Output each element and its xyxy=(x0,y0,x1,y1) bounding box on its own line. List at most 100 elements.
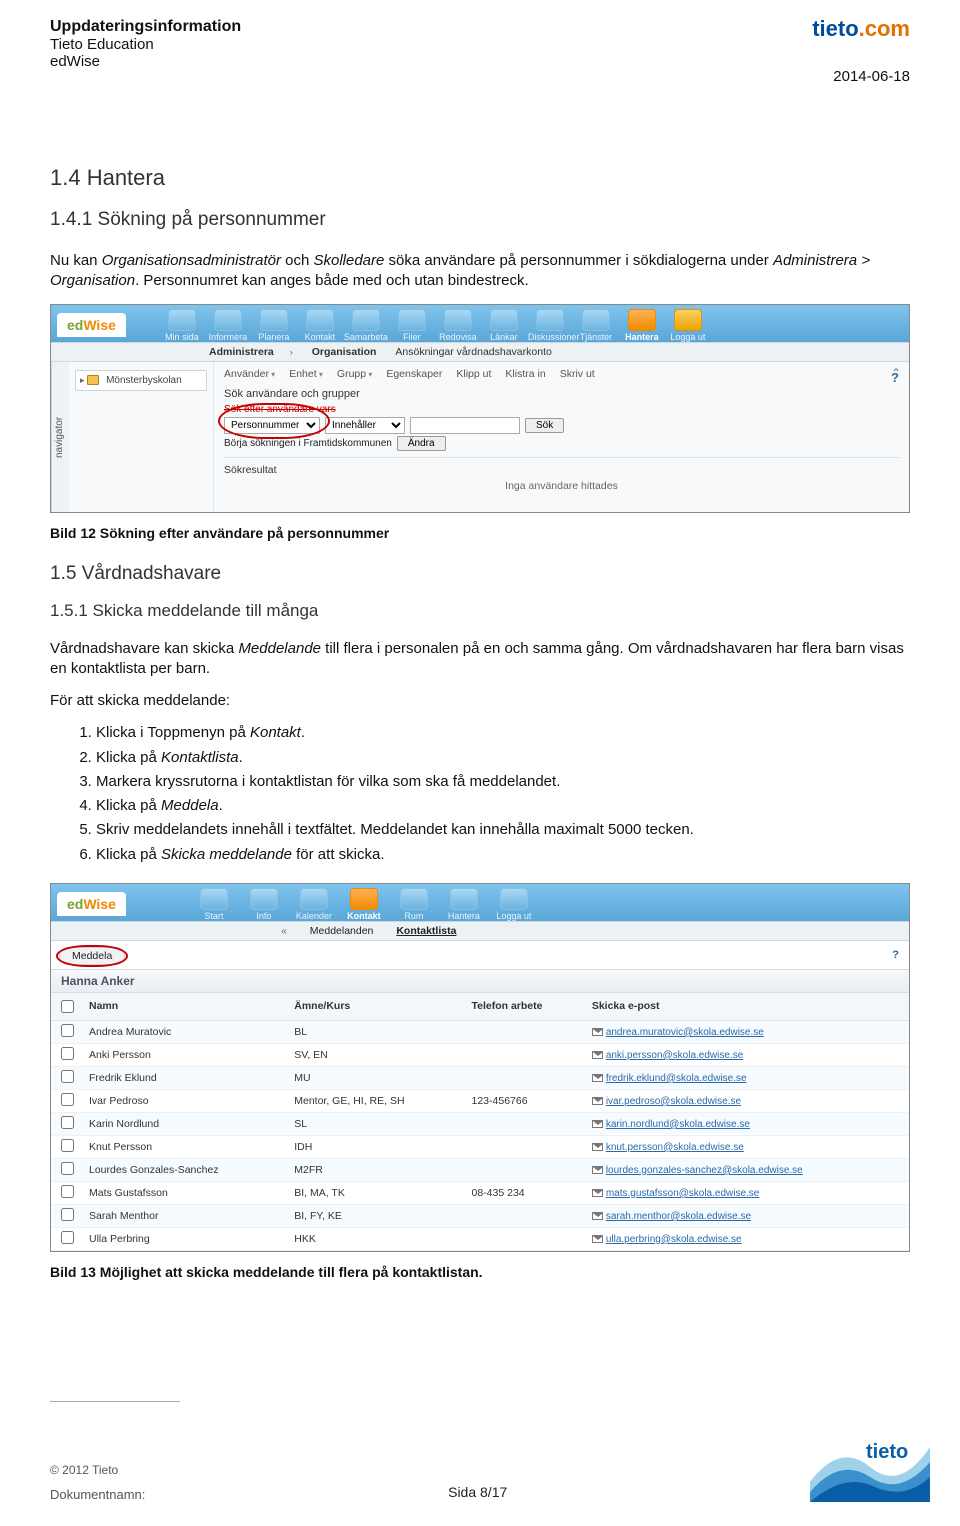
cell-tel xyxy=(466,1135,586,1158)
help-icon[interactable]: ? xyxy=(891,370,899,385)
row-checkbox[interactable] xyxy=(61,1231,74,1244)
subnav-organisation[interactable]: Organisation xyxy=(304,346,385,358)
row-checkbox[interactable] xyxy=(61,1139,74,1152)
row-checkbox[interactable] xyxy=(61,1070,74,1083)
caption-bild-12: Bild 12 Sökning efter användare på perso… xyxy=(50,525,910,541)
step-item: Klicka i Toppmenyn på Kontakt. xyxy=(96,723,910,743)
topnav-item[interactable]: Diskussioner xyxy=(528,309,572,342)
toolbar-item[interactable]: Använder xyxy=(224,368,275,380)
subnav-administrera[interactable]: Administrera xyxy=(201,346,282,358)
toolbar-item[interactable]: Klipp ut xyxy=(456,368,491,380)
dropdown-field[interactable]: Personnummer xyxy=(224,417,320,434)
email-link[interactable]: ulla.perbring@skola.edwise.se xyxy=(606,1234,742,1245)
top-nav-2: StartInfoKalenderKontaktRumHanteraLogga … xyxy=(190,888,538,921)
email-link[interactable]: mats.gustafsson@skola.edwise.se xyxy=(606,1188,760,1199)
child-name: Hanna Anker xyxy=(61,974,135,988)
row-checkbox[interactable] xyxy=(61,1208,74,1221)
email-link[interactable]: anki.persson@skola.edwise.se xyxy=(606,1050,743,1061)
row-checkbox[interactable] xyxy=(61,1047,74,1060)
topnav-item[interactable]: Info xyxy=(240,888,288,921)
email-link[interactable]: lourdes.gonzales-sanchez@skola.edwise.se xyxy=(606,1165,803,1176)
topnav-item[interactable]: Hantera xyxy=(440,888,488,921)
toolbar-item[interactable]: Klistra in xyxy=(505,368,545,380)
nav-icon xyxy=(306,309,334,331)
change-button[interactable]: Ändra xyxy=(397,436,446,451)
topnav-item[interactable]: Start xyxy=(190,888,238,921)
table-row: Ivar PedrosoMentor, GE, HI, RE, SH123-45… xyxy=(51,1089,909,1112)
table-row: Ulla PerbringHKKulla.perbring@skola.edwi… xyxy=(51,1227,909,1250)
help-icon[interactable]: ? xyxy=(892,949,899,961)
email-link[interactable]: sarah.menthor@skola.edwise.se xyxy=(606,1211,751,1222)
tree-panel: ▸ Mönsterbyskolan xyxy=(69,362,214,512)
search-button[interactable]: Sök xyxy=(525,418,564,433)
topnav-item[interactable]: Planera xyxy=(252,309,296,342)
copyright: © 2012 Tieto xyxy=(50,1463,145,1477)
cell-email: andrea.muratovic@skola.edwise.se xyxy=(586,1020,909,1043)
topnav-item[interactable]: Informera xyxy=(206,309,250,342)
start-search-label: Börja sökningen i Framtidskommunen xyxy=(224,438,392,449)
toolbar-item[interactable]: Skriv ut xyxy=(560,368,595,380)
topnav-item[interactable]: Hantera xyxy=(620,309,664,342)
cell-name: Knut Persson xyxy=(83,1135,288,1158)
cell-tel xyxy=(466,1158,586,1181)
edwise-logo: edWise xyxy=(57,313,126,337)
table-header: Ämne/Kurs xyxy=(288,993,465,1021)
toolbar-item[interactable]: Egenskaper xyxy=(386,368,442,380)
app-topbar-2: edWise StartInfoKalenderKontaktRumHanter… xyxy=(51,884,909,921)
topnav-item[interactable]: Filer xyxy=(390,309,434,342)
topnav-item[interactable]: Logga ut xyxy=(666,309,710,342)
topnav-item[interactable]: Rum xyxy=(390,888,438,921)
row-checkbox[interactable] xyxy=(61,1093,74,1106)
checkbox-all[interactable] xyxy=(61,1000,74,1013)
toolbar-item[interactable]: Grupp xyxy=(337,368,372,380)
cell-name: Mats Gustafsson xyxy=(83,1181,288,1204)
navigator-tab[interactable]: navigator xyxy=(51,362,69,512)
cell-subject: BL xyxy=(288,1020,465,1043)
row-checkbox[interactable] xyxy=(61,1116,74,1129)
table-row: Andrea MuratovicBLandrea.muratovic@skola… xyxy=(51,1020,909,1043)
nav-label: Samarbeta xyxy=(344,332,388,342)
tree-expander-icon[interactable]: ▸ xyxy=(80,375,85,385)
subnav-meddelanden[interactable]: Meddelanden xyxy=(300,925,384,937)
topnav-item[interactable]: Kontakt xyxy=(340,888,388,921)
topnav-item[interactable]: Tjänster xyxy=(574,309,618,342)
subnav-kontaktlista[interactable]: Kontaktlista xyxy=(386,925,466,937)
table-row: Lourdes Gonzales-SanchezM2FRlourdes.gonz… xyxy=(51,1158,909,1181)
subnav-ansokningar[interactable]: Ansökningar vårdnadshavarkonto xyxy=(387,346,559,358)
topnav-item[interactable]: Länkar xyxy=(482,309,526,342)
heading-1-5: 1.5 Vårdnadshavare xyxy=(50,563,910,585)
email-link[interactable]: knut.persson@skola.edwise.se xyxy=(606,1142,744,1153)
p2-pre: Vårdnadshavare kan skicka xyxy=(50,640,238,657)
nav-label: Start xyxy=(190,911,238,921)
topnav-item[interactable]: Kalender xyxy=(290,888,338,921)
nav-label: Info xyxy=(240,911,288,921)
table-row: Fredrik EklundMUfredrik.eklund@skola.edw… xyxy=(51,1066,909,1089)
cell-tel: 08-435 234 xyxy=(466,1181,586,1204)
topnav-item[interactable]: Kontakt xyxy=(298,309,342,342)
dropdown-operator[interactable]: Innehåller xyxy=(325,417,405,434)
nav-icon xyxy=(352,309,380,331)
tree-root[interactable]: Mönsterbyskolan xyxy=(106,375,182,386)
table-header xyxy=(51,993,83,1021)
nav-icon xyxy=(398,309,426,331)
row-checkbox[interactable] xyxy=(61,1185,74,1198)
meddela-button[interactable]: Meddela xyxy=(59,947,125,965)
toolbar-item[interactable]: Enhet xyxy=(289,368,323,380)
topnav-item[interactable]: Redovisa xyxy=(436,309,480,342)
email-link[interactable]: fredrik.eklund@skola.edwise.se xyxy=(606,1073,747,1084)
edwise-logo-2: edWise xyxy=(57,892,126,916)
row-checkbox[interactable] xyxy=(61,1024,74,1037)
topnav-item[interactable]: Samarbeta xyxy=(344,309,388,342)
strike-text: Sök efter användare vars xyxy=(224,404,899,415)
email-link[interactable]: ivar.pedroso@skola.edwise.se xyxy=(606,1096,741,1107)
nav-label: Kontakt xyxy=(340,911,388,921)
logo-ed-2: ed xyxy=(67,896,83,912)
cell-tel xyxy=(466,1020,586,1043)
sub-nav-2: « Meddelanden Kontaktlista xyxy=(51,921,909,941)
email-link[interactable]: karin.nordlund@skola.edwise.se xyxy=(606,1119,750,1130)
topnav-item[interactable]: Logga ut xyxy=(490,888,538,921)
email-link[interactable]: andrea.muratovic@skola.edwise.se xyxy=(606,1027,764,1038)
row-checkbox[interactable] xyxy=(61,1162,74,1175)
topnav-item[interactable]: Min sida xyxy=(160,309,204,342)
search-text-input[interactable] xyxy=(410,417,520,434)
